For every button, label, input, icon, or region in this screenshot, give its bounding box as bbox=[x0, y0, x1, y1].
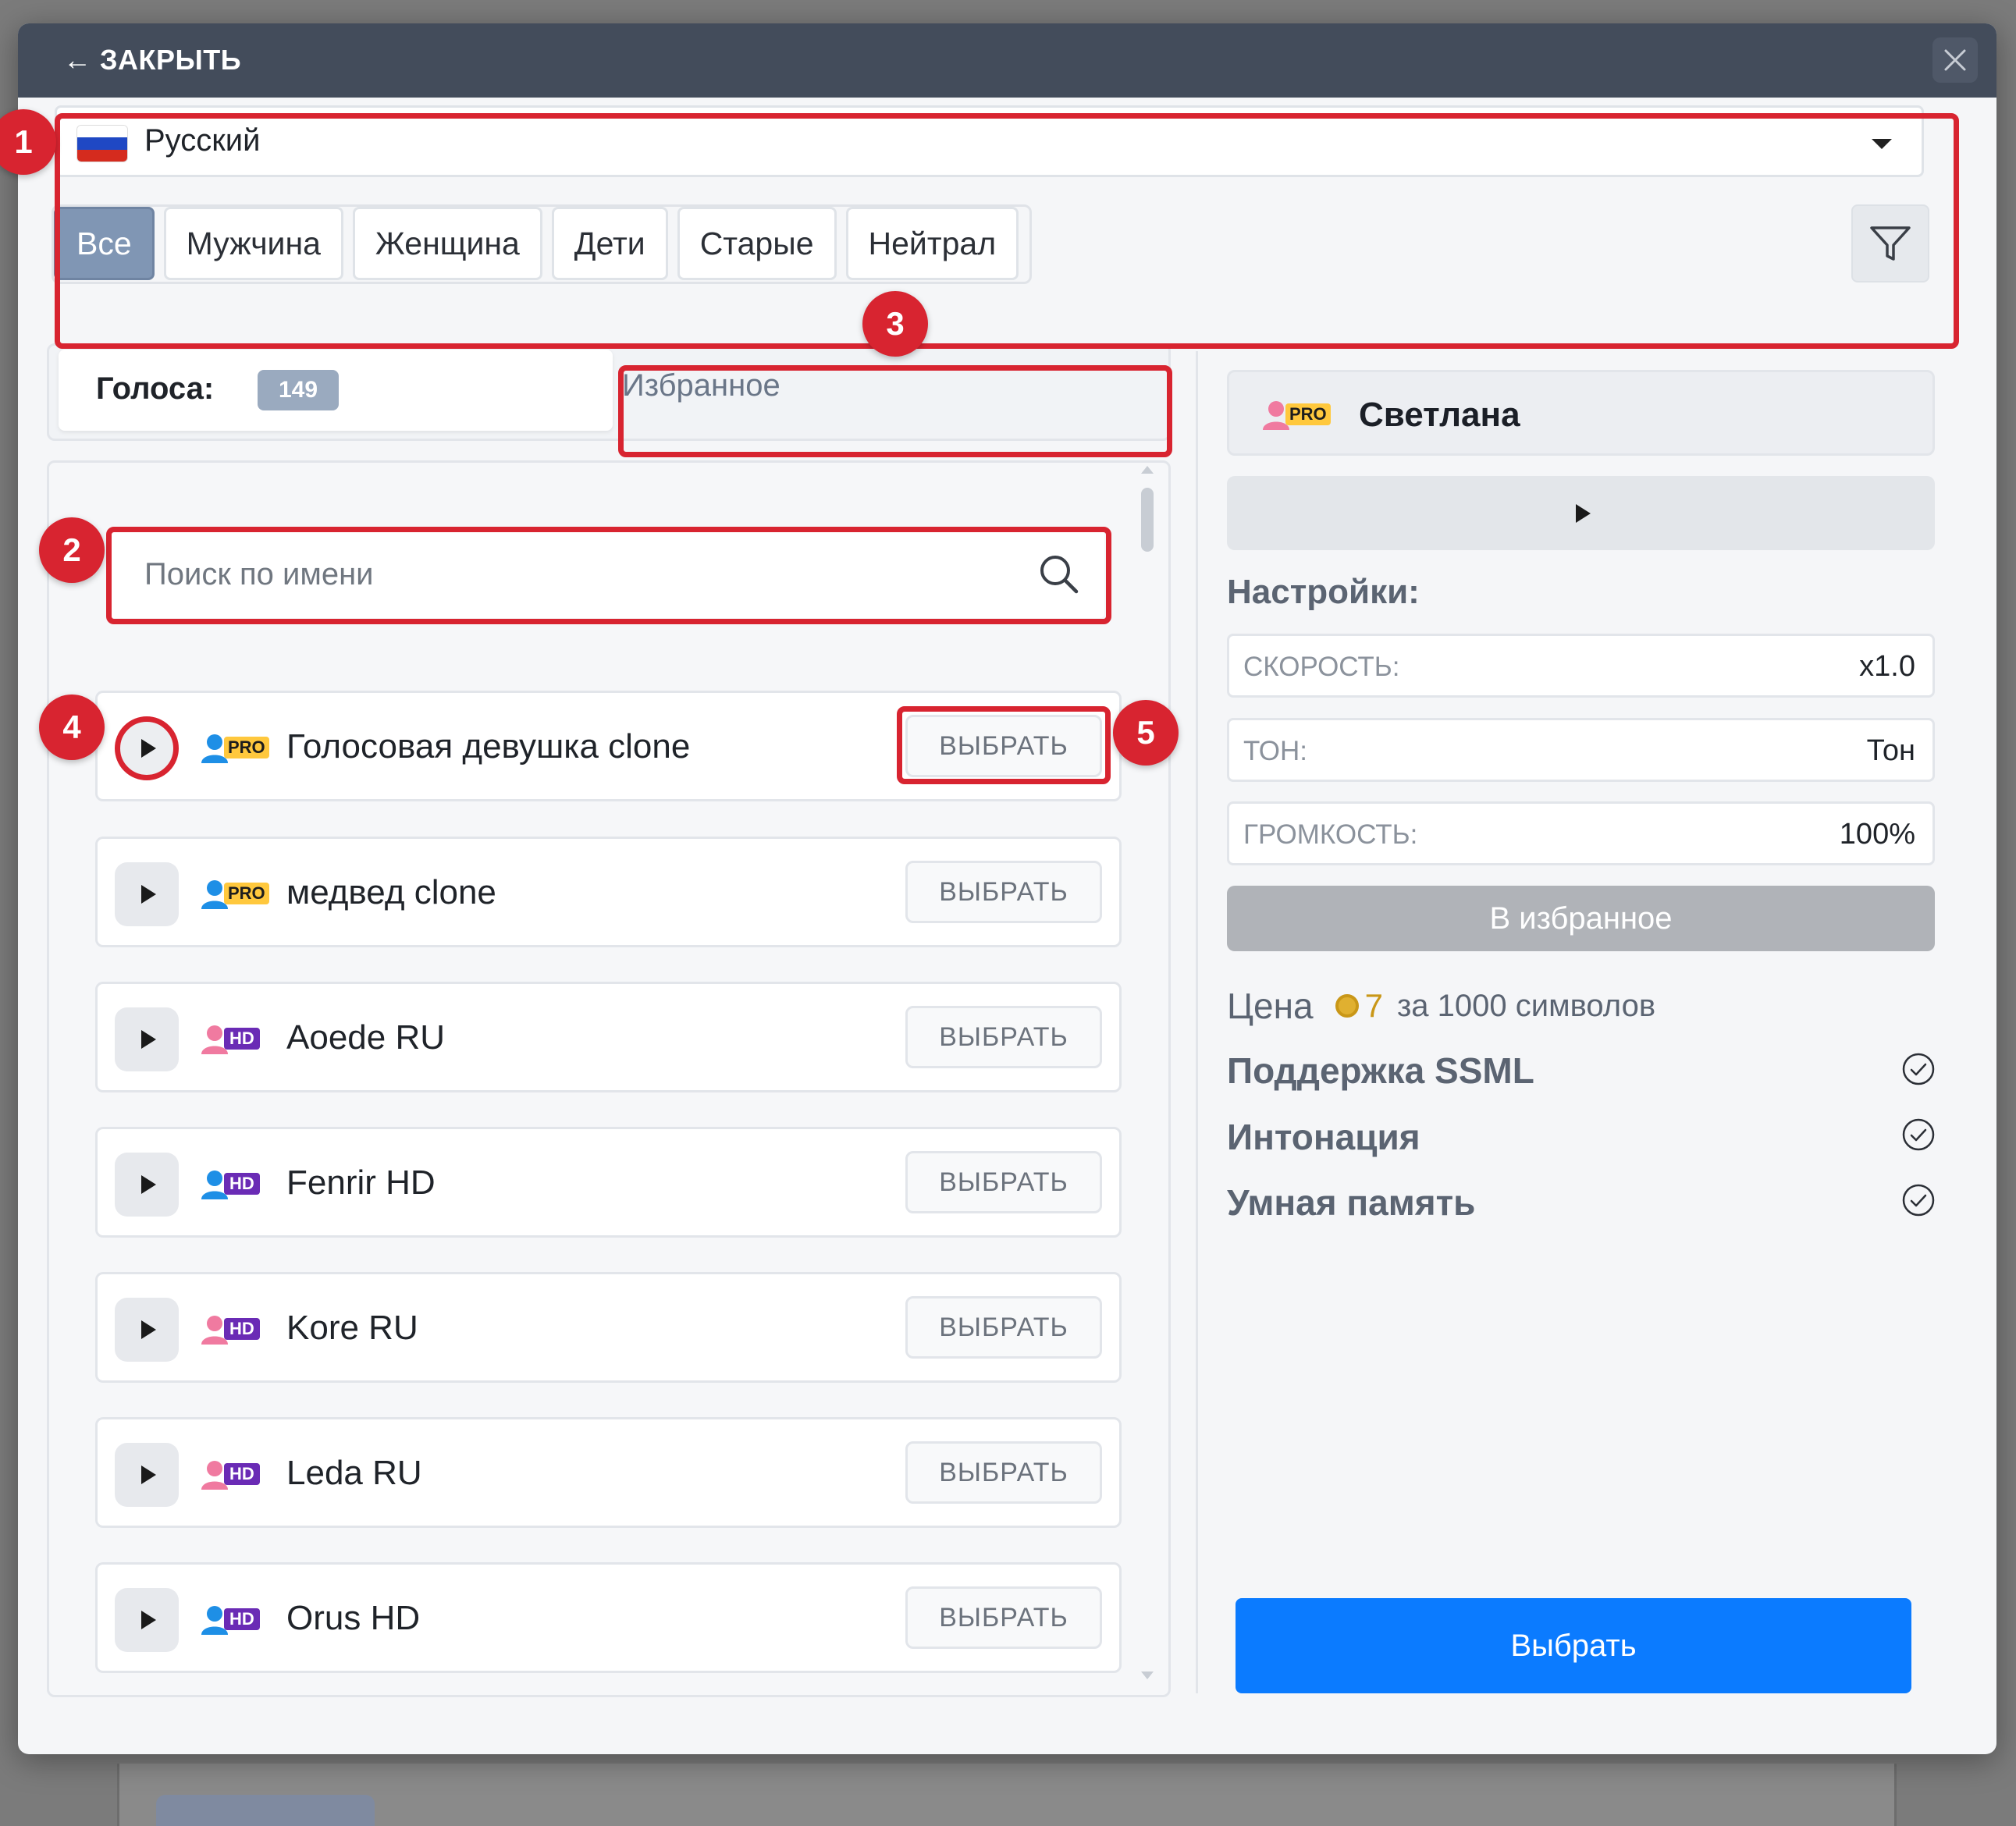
close-button[interactable] bbox=[1932, 37, 1978, 83]
annotation-box-select bbox=[897, 706, 1111, 784]
play-button[interactable] bbox=[115, 716, 179, 780]
hd-badge: HD bbox=[224, 1028, 260, 1050]
feature-intonation: Интонация bbox=[1227, 1117, 1420, 1157]
play-icon bbox=[141, 1175, 156, 1194]
scrollbar-thumb[interactable] bbox=[1141, 488, 1154, 552]
voice-list-item[interactable]: HD Kore RU ВЫБРАТЬ bbox=[95, 1272, 1122, 1383]
select-button[interactable]: ВЫБРАТЬ bbox=[905, 1441, 1102, 1504]
play-icon bbox=[141, 1465, 156, 1484]
voice-list-item[interactable]: HD Orus HD ВЫБРАТЬ bbox=[95, 1562, 1122, 1673]
voice-badges: PRO bbox=[199, 732, 269, 763]
price-row: Цена 7 за 1000 символов bbox=[1227, 985, 1655, 1027]
price-label: Цена bbox=[1227, 986, 1314, 1026]
select-button[interactable]: ВЫБРАТЬ bbox=[905, 1586, 1102, 1649]
selected-voice-header: PRO Светлана bbox=[1227, 370, 1935, 456]
tone-value: Тон bbox=[1866, 734, 1915, 767]
select-button[interactable]: ВЫБРАТЬ bbox=[905, 1006, 1102, 1068]
add-to-favorites-button[interactable]: В избранное bbox=[1227, 886, 1935, 951]
play-icon bbox=[141, 1611, 156, 1629]
price-suffix: за 1000 символов bbox=[1396, 988, 1656, 1023]
volume-label: ГРОМКОСТЬ: bbox=[1243, 819, 1418, 850]
scroll-down-arrow[interactable] bbox=[1141, 1671, 1154, 1679]
voice-name: медвед clone bbox=[286, 873, 496, 911]
check-circle-icon bbox=[1902, 1118, 1935, 1151]
play-icon bbox=[141, 739, 156, 758]
voice-name: Fenrir HD bbox=[286, 1163, 436, 1202]
column-divider bbox=[1196, 351, 1198, 1693]
voices-count-badge: 149 bbox=[258, 370, 339, 410]
play-button[interactable] bbox=[115, 1007, 179, 1071]
voice-badges: HD bbox=[199, 1604, 260, 1635]
voice-list-item[interactable]: HD Fenrir HD ВЫБРАТЬ bbox=[95, 1127, 1122, 1238]
pro-badge: PRO bbox=[224, 883, 269, 904]
voice-name: Голосовая девушка clone bbox=[286, 727, 691, 766]
tab-voices[interactable]: Голоса: 149 bbox=[59, 350, 613, 431]
play-icon bbox=[141, 885, 156, 904]
selected-voice-badges: PRO bbox=[1260, 399, 1331, 430]
hd-badge: HD bbox=[224, 1463, 260, 1485]
check-circle-icon bbox=[1902, 1053, 1935, 1085]
play-button[interactable] bbox=[115, 1588, 179, 1652]
voice-list-item[interactable]: HD Leda RU ВЫБРАТЬ bbox=[95, 1417, 1122, 1528]
voice-badges: PRO bbox=[199, 878, 269, 909]
hd-badge: HD bbox=[224, 1318, 260, 1340]
choose-voice-button[interactable]: Выбрать bbox=[1236, 1598, 1911, 1693]
speed-setting[interactable]: СКОРОСТЬ: x1.0 bbox=[1227, 634, 1935, 698]
close-icon bbox=[1944, 49, 1966, 71]
speed-value: x1.0 bbox=[1859, 650, 1915, 683]
scroll-up-arrow[interactable] bbox=[1141, 466, 1154, 474]
volume-value: 100% bbox=[1839, 818, 1915, 851]
select-button[interactable]: ВЫБРАТЬ bbox=[905, 1151, 1102, 1213]
tone-setting[interactable]: ТОН: Тон bbox=[1227, 718, 1935, 782]
voice-name: Orus HD bbox=[286, 1599, 421, 1637]
coin-icon bbox=[1335, 994, 1359, 1018]
preview-play-button[interactable] bbox=[1227, 476, 1935, 550]
modal-header: ← ЗАКРЫТЬ bbox=[18, 23, 1996, 98]
back-close-button[interactable]: ← ЗАКРЫТЬ bbox=[63, 44, 241, 76]
tab-voices-label: Голоса: bbox=[96, 371, 215, 406]
speed-label: СКОРОСТЬ: bbox=[1243, 652, 1400, 682]
voice-name: Aoede RU bbox=[286, 1018, 446, 1057]
play-icon bbox=[141, 1320, 156, 1339]
feature-smart-memory: Умная память bbox=[1227, 1182, 1476, 1223]
check-circle-icon bbox=[1902, 1184, 1935, 1217]
voice-name: Leda RU bbox=[286, 1454, 422, 1492]
annotation-box-favorites bbox=[618, 365, 1172, 457]
select-button[interactable]: ВЫБРАТЬ bbox=[905, 1296, 1102, 1359]
annotation-box-language-filters bbox=[55, 113, 1959, 349]
play-button[interactable] bbox=[115, 1153, 179, 1217]
annotation-badge-3: 3 bbox=[862, 291, 928, 357]
voice-list-item[interactable]: PRO медвед clone ВЫБРАТЬ bbox=[95, 837, 1122, 947]
play-button[interactable] bbox=[115, 1298, 179, 1362]
voice-badges: HD bbox=[199, 1168, 260, 1199]
annotation-box-search bbox=[106, 527, 1111, 624]
annotation-badge-5: 5 bbox=[1113, 700, 1179, 766]
voice-badges: HD bbox=[199, 1023, 260, 1054]
background-button bbox=[156, 1795, 375, 1826]
play-icon bbox=[141, 1030, 156, 1049]
play-button[interactable] bbox=[115, 862, 179, 926]
tone-label: ТОН: bbox=[1243, 736, 1308, 766]
select-button[interactable]: ВЫБРАТЬ bbox=[905, 861, 1102, 923]
settings-title: Настройки: bbox=[1227, 573, 1420, 611]
pro-badge: PRO bbox=[1285, 403, 1331, 425]
volume-setting[interactable]: ГРОМКОСТЬ: 100% bbox=[1227, 801, 1935, 865]
voice-badges: HD bbox=[199, 1458, 260, 1490]
annotation-badge-4: 4 bbox=[39, 695, 105, 760]
background-page bbox=[117, 1764, 1897, 1826]
feature-ssml: Поддержка SSML bbox=[1227, 1050, 1534, 1091]
voice-name: Kore RU bbox=[286, 1309, 418, 1347]
play-button[interactable] bbox=[115, 1443, 179, 1507]
annotation-badge-2: 2 bbox=[39, 517, 105, 583]
pro-badge: PRO bbox=[224, 737, 269, 758]
hd-badge: HD bbox=[224, 1608, 260, 1630]
play-icon bbox=[1575, 503, 1591, 523]
price-amount: 7 bbox=[1364, 987, 1383, 1024]
voice-badges: HD bbox=[199, 1313, 260, 1345]
voice-list-item[interactable]: HD Aoede RU ВЫБРАТЬ bbox=[95, 982, 1122, 1092]
hd-badge: HD bbox=[224, 1173, 260, 1195]
selected-voice-name: Светлана bbox=[1359, 396, 1520, 434]
